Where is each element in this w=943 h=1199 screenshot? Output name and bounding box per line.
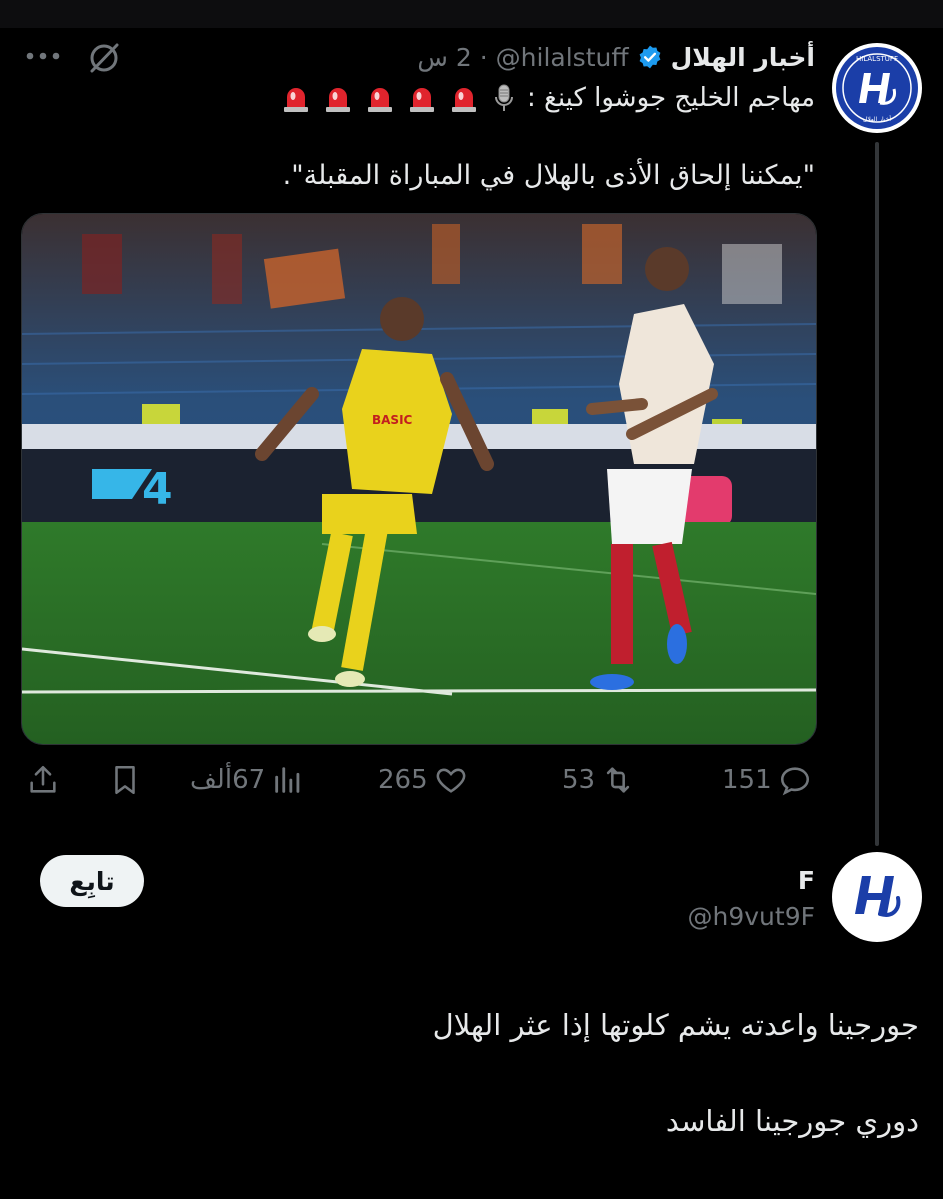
status-bar [0,0,943,28]
like-count: 265 [378,765,428,795]
like-button[interactable]: 265 [378,760,468,800]
tweet-photo[interactable]: 4 BASIC [21,213,817,745]
tweet-headline-row: مهاجم الخليج جوشوا كينغ : [269,80,815,116]
avatar-text-top: HILALSTUFF [856,55,898,63]
football-photo-image: 4 BASIC [22,214,816,744]
tweet-body: "يمكننا إلحاق الأذى بالهلال في المباراة … [282,160,815,191]
siren-icon [449,83,479,113]
reply-author-avatar[interactable] [832,852,922,942]
author-name[interactable]: أخبار الهلال [671,43,815,72]
reply-author-name[interactable]: F [798,866,815,895]
hilal-h-logo-icon [855,876,901,917]
reply-text-line1: جورجينا واعدته يشم كلوتها إذا عثر الهلال [432,1008,919,1042]
reply-icon [780,767,809,796]
tweet-headline: مهاجم الخليج جوشوا كينغ : [526,83,815,113]
retweet-count: 53 [562,765,596,795]
heart-icon [436,768,466,793]
siren-icon [365,83,395,113]
svg-text:4: 4 [142,464,173,515]
reply-count: 151 [722,765,772,795]
views-icon [275,767,300,793]
avatar-text-bottom: أخبار الهلال [863,115,891,123]
hilal-logo-icon: HILALSTUFF أخبار الهلال [836,47,918,129]
siren-icon [323,83,353,113]
retweet-icon [606,767,630,793]
siren-icon [281,83,311,113]
reply-text-line2: دوري جورجينا الفاسد [665,1104,919,1138]
tweet-header: أخبار الهلال @hilalstuff · 2 س [417,40,815,74]
more-options-icon[interactable] [24,48,62,62]
reply-author-handle[interactable]: @h9vut9F [688,902,815,931]
tweet-time[interactable]: 2 س [417,43,471,72]
siren-icon [407,83,437,113]
grok-icon[interactable] [86,40,122,76]
bookmark-icon [115,765,135,795]
sponsor-text: BASIC [372,413,413,427]
views-button[interactable]: 67ألف [190,760,305,800]
views-count: 67ألف [190,765,266,795]
microphone-icon [489,83,519,113]
retweet-button[interactable]: 53 [562,760,635,800]
share-icon [30,765,56,793]
thread-line [875,142,879,846]
author-handle[interactable]: @hilalstuff [496,43,629,72]
bookmark-button[interactable] [108,760,142,800]
follow-button[interactable]: تابِع [40,855,144,907]
separator-dot: · [479,42,488,72]
reply-button[interactable]: 151 [722,760,812,800]
share-button[interactable] [26,760,60,800]
author-avatar[interactable]: HILALSTUFF أخبار الهلال [832,43,922,133]
verified-badge-icon [639,45,660,69]
